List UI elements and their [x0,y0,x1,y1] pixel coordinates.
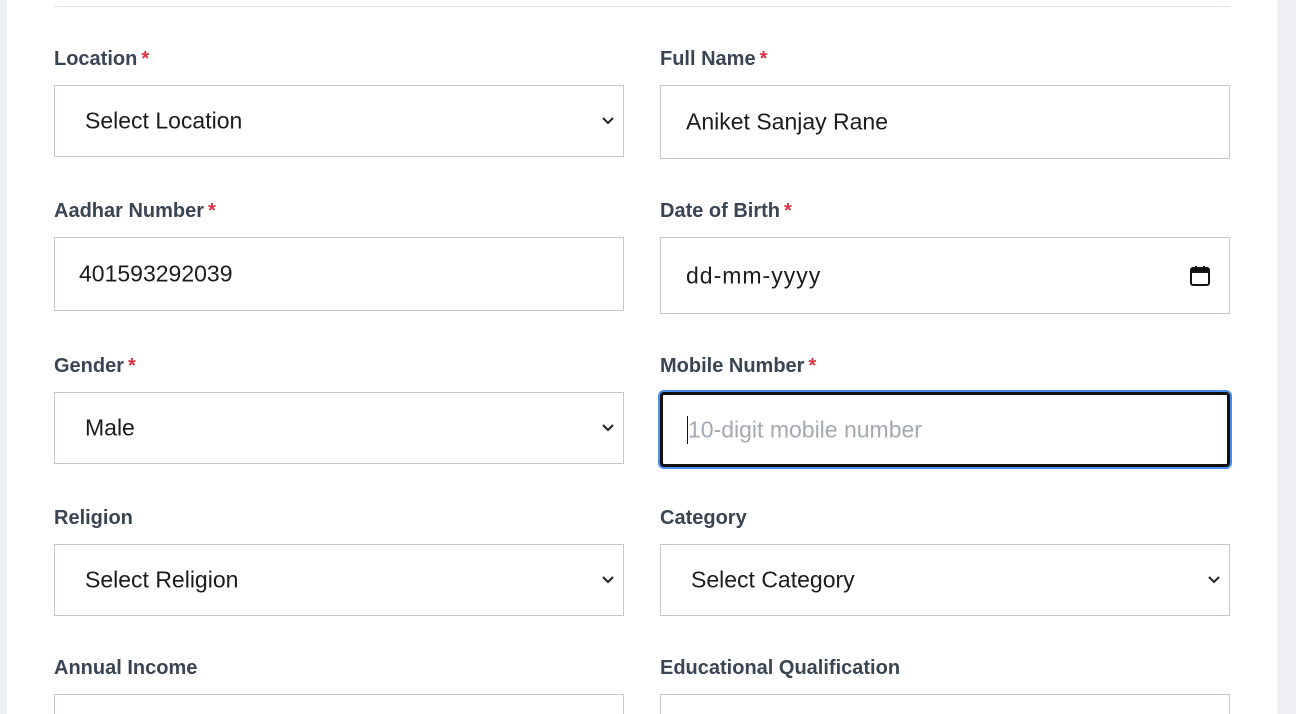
calendar-icon[interactable] [1189,265,1211,287]
annual-income-input[interactable] [54,694,624,714]
aadhar-label: Aadhar Number * [54,200,216,222]
aadhar-input[interactable]: 401593292039 [54,237,624,311]
religion-label: Religion [54,507,133,529]
education-label: Educational Qualification [660,657,901,679]
full-name-input[interactable]: Aniket Sanjay Rane [660,85,1230,159]
location-label: Location * [54,48,150,70]
annual-income-label: Annual Income [54,657,198,679]
mobile-input[interactable]: 10-digit mobile number [660,392,1230,467]
gender-select[interactable]: Male [54,392,624,464]
mobile-label: Mobile Number * [660,355,817,377]
chevron-down-icon [1208,576,1220,584]
chevron-down-icon [602,117,614,125]
chevron-down-icon [602,576,614,584]
section-divider [54,6,1230,7]
category-select[interactable]: Select Category [660,544,1230,616]
chevron-down-icon [602,424,614,432]
dob-label: Date of Birth * [660,200,792,222]
dob-input[interactable]: dd-mm-yyyy [660,237,1230,314]
full-name-label: Full Name * [660,48,768,70]
category-label: Category [660,507,747,529]
gender-label: Gender * [54,355,136,377]
religion-select[interactable]: Select Religion [54,544,624,616]
education-select[interactable] [660,694,1230,714]
location-select[interactable]: Select Location [54,85,624,157]
